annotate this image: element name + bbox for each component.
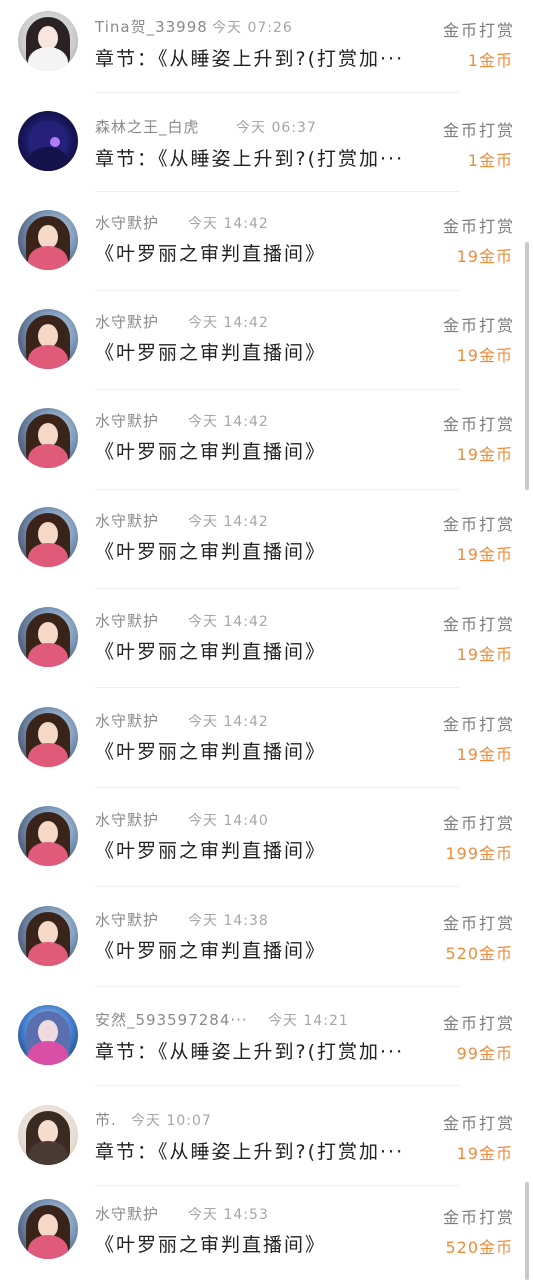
reward-amount: 19金币	[456, 445, 513, 464]
timestamp: 今天 14:42	[188, 714, 269, 730]
timestamp: 今天 14:42	[188, 315, 269, 331]
reward-amount: 19金币	[456, 745, 513, 764]
reward-amount: 199金币	[445, 844, 513, 863]
reward-type-label: 金币打赏	[442, 1014, 515, 1033]
timestamp: 今天 10:07	[131, 1113, 212, 1129]
reward-type-label: 金币打赏	[442, 1208, 515, 1227]
reward-content[interactable]: 《叶罗丽之审判直播间》	[95, 239, 326, 266]
reward-content[interactable]: 《叶罗丽之审判直播间》	[95, 637, 326, 664]
reward-amount: 19金币	[456, 247, 513, 266]
timestamp: 今天 14:53	[188, 1207, 269, 1223]
reward-row[interactable]: 芇. 今天 10:07 章节：《从睡姿上升到?(打赏加··· 金币打赏 19金币	[0, 1087, 533, 1186]
reward-row[interactable]: 水守默护 今天 14:42 《叶罗丽之审判直播间》 金币打赏 19金币	[0, 490, 533, 589]
divider	[95, 886, 460, 887]
fantasy-girl-icon[interactable]	[18, 806, 78, 866]
timestamp: 今天 07:26	[212, 20, 293, 36]
reward-type-label: 金币打赏	[442, 217, 515, 236]
reward-row[interactable]: 水守默护 今天 14:53 《叶罗丽之审判直播间》 金币打赏 520金币	[0, 1181, 533, 1280]
reward-content[interactable]: 章节：《从睡姿上升到?(打赏加···	[95, 144, 404, 171]
reward-row[interactable]: Tina贺_33998 今天 07:26 章节：《从睡姿上升到?(打赏加··· …	[0, 0, 533, 99]
reward-content[interactable]: 《叶罗丽之审判直播间》	[95, 537, 326, 564]
timestamp: 今天 14:42	[188, 216, 269, 232]
username[interactable]: 水守默护	[95, 909, 159, 930]
username[interactable]: 水守默护	[95, 809, 159, 830]
reward-content[interactable]: 章节：《从睡姿上升到?(打赏加···	[95, 1037, 404, 1064]
reward-type-label: 金币打赏	[442, 515, 515, 534]
timestamp: 今天 14:42	[188, 414, 269, 430]
reward-amount: 19金币	[456, 1144, 513, 1163]
fantasy-girl-icon[interactable]	[18, 1199, 78, 1259]
username[interactable]: 森林之王_白虎	[95, 116, 200, 137]
reward-amount: 520金币	[445, 944, 513, 963]
username[interactable]: 水守默护	[95, 212, 159, 233]
fantasy-girl-icon[interactable]	[18, 507, 78, 567]
reward-content[interactable]: 章节：《从睡姿上升到?(打赏加···	[95, 1137, 404, 1164]
fantasy-girl-icon[interactable]	[18, 309, 78, 369]
reward-content[interactable]: 《叶罗丽之审判直播间》	[95, 936, 326, 963]
reward-row[interactable]: 水守默护 今天 14:42 《叶罗丽之审判直播间》 金币打赏 19金币	[0, 291, 533, 390]
reward-row[interactable]: 水守默护 今天 14:42 《叶罗丽之审判直播间》 金币打赏 19金币	[0, 391, 533, 490]
username[interactable]: 芇.	[95, 1109, 117, 1130]
reward-type-label: 金币打赏	[442, 1114, 515, 1133]
username[interactable]: 水守默护	[95, 1203, 159, 1224]
username[interactable]: 水守默护	[95, 610, 159, 631]
reward-type-label: 金币打赏	[442, 316, 515, 335]
username[interactable]: 安然_593597284···	[95, 1009, 248, 1030]
fantasy-girl-icon[interactable]	[18, 906, 78, 966]
reward-type-label: 金币打赏	[442, 21, 515, 40]
scrollbar[interactable]	[525, 1182, 529, 1280]
fantasy-girl-icon[interactable]	[18, 408, 78, 468]
woman-portrait-icon[interactable]	[18, 1105, 78, 1165]
fantasy-girl-icon[interactable]	[18, 707, 78, 767]
username[interactable]: 水守默护	[95, 311, 159, 332]
reward-content[interactable]: 章节：《从睡姿上升到?(打赏加···	[95, 44, 404, 71]
reward-amount: 19金币	[456, 346, 513, 365]
reward-amount: 520金币	[445, 1238, 513, 1257]
blue-tiger-icon[interactable]	[18, 111, 78, 171]
timestamp: 今天 06:37	[236, 120, 317, 136]
timestamp: 今天 14:38	[188, 913, 269, 929]
reward-type-label: 金币打赏	[442, 415, 515, 434]
timestamp: 今天 14:40	[188, 813, 269, 829]
reward-amount: 19金币	[456, 545, 513, 564]
reward-amount: 19金币	[456, 645, 513, 664]
reward-content[interactable]: 《叶罗丽之审判直播间》	[95, 437, 326, 464]
reward-row[interactable]: 森林之王_白虎 今天 06:37 章节：《从睡姿上升到?(打赏加··· 金币打赏…	[0, 93, 533, 192]
reward-type-label: 金币打赏	[442, 615, 515, 634]
fantasy-girl-icon[interactable]	[18, 607, 78, 667]
username[interactable]: 水守默护	[95, 410, 159, 431]
username[interactable]: Tina贺_33998	[95, 16, 208, 37]
reward-content[interactable]: 《叶罗丽之审判直播间》	[95, 836, 326, 863]
fantasy-girl-icon[interactable]	[18, 210, 78, 270]
reward-row[interactable]: 安然_593597284··· 今天 14:21 章节：《从睡姿上升到?(打赏加…	[0, 987, 533, 1086]
anime-couple-icon[interactable]	[18, 1005, 78, 1065]
timestamp: 今天 14:42	[188, 514, 269, 530]
female-portrait-icon[interactable]	[18, 11, 78, 71]
reward-row[interactable]: 水守默护 今天 14:42 《叶罗丽之审判直播间》 金币打赏 19金币	[0, 689, 533, 788]
reward-content[interactable]: 《叶罗丽之审判直播间》	[95, 338, 326, 365]
reward-content[interactable]: 《叶罗丽之审判直播间》	[95, 737, 326, 764]
reward-type-label: 金币打赏	[442, 814, 515, 833]
reward-amount: 1金币	[467, 51, 513, 70]
timestamp: 今天 14:21	[268, 1013, 349, 1029]
timestamp: 今天 14:42	[188, 614, 269, 630]
reward-type-label: 金币打赏	[442, 715, 515, 734]
username[interactable]: 水守默护	[95, 510, 159, 531]
reward-type-label: 金币打赏	[442, 914, 515, 933]
username[interactable]: 水守默护	[95, 710, 159, 731]
scrollbar[interactable]	[525, 242, 529, 490]
reward-type-label: 金币打赏	[442, 121, 515, 140]
reward-row[interactable]: 水守默护 今天 14:40 《叶罗丽之审判直播间》 金币打赏 199金币	[0, 788, 533, 887]
divider	[95, 389, 460, 390]
reward-content[interactable]: 《叶罗丽之审判直播间》	[95, 1230, 326, 1257]
divider	[95, 1085, 460, 1086]
reward-row[interactable]: 水守默护 今天 14:38 《叶罗丽之审判直播间》 金币打赏 520金币	[0, 888, 533, 987]
reward-amount: 1金币	[467, 151, 513, 170]
reward-row[interactable]: 水守默护 今天 14:42 《叶罗丽之审判直播间》 金币打赏 19金币	[0, 192, 533, 291]
reward-row[interactable]: 水守默护 今天 14:42 《叶罗丽之审判直播间》 金币打赏 19金币	[0, 589, 533, 688]
divider	[95, 687, 460, 688]
reward-amount: 99金币	[456, 1044, 513, 1063]
